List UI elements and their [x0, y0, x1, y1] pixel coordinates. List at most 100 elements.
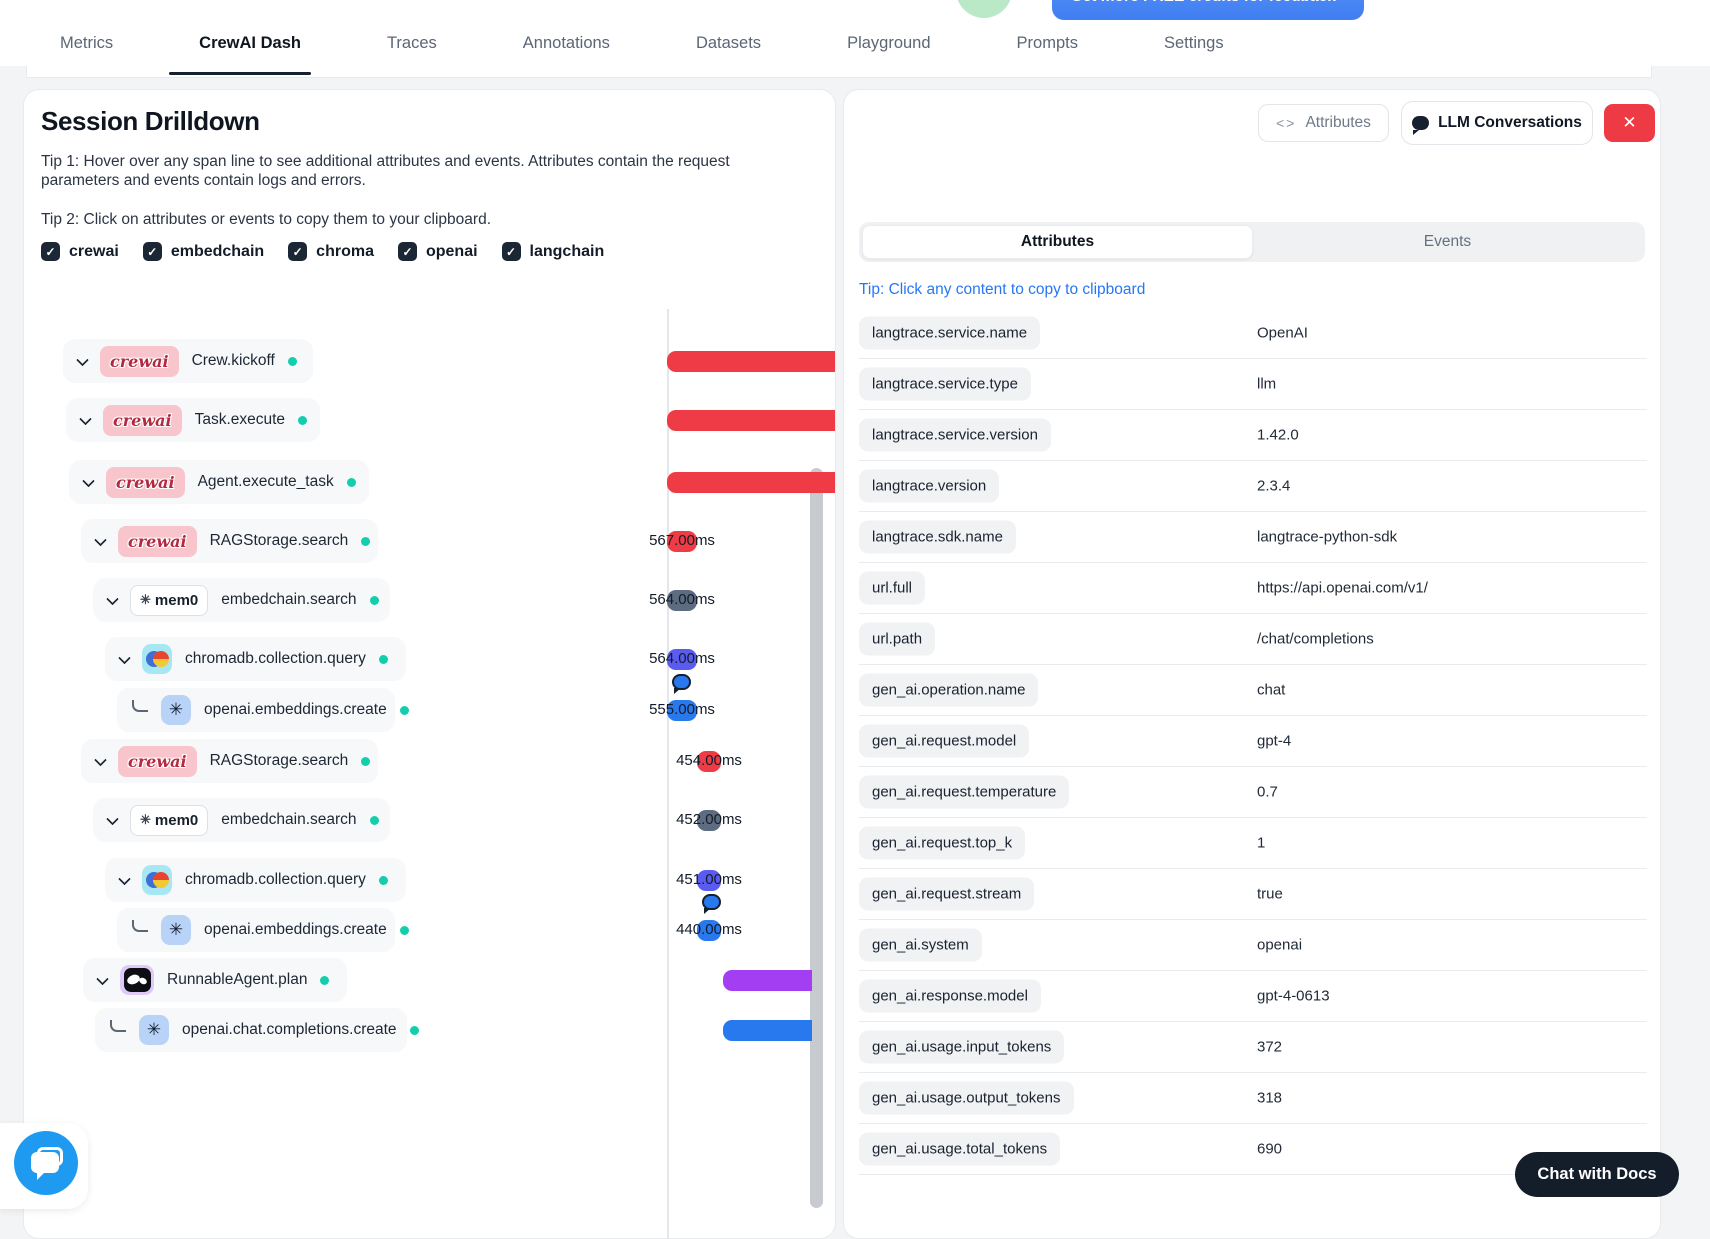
attributes-header-button[interactable]: <> Attributes: [1258, 104, 1389, 142]
llm-span-bubble-icon: [672, 674, 691, 694]
span-row-openai-chat-completions-create[interactable]: ✳ openai.chat.completions.create: [95, 1008, 419, 1052]
attribute-value[interactable]: 2.3.4: [1257, 478, 1290, 495]
attribute-value[interactable]: 318: [1257, 1090, 1282, 1107]
tab-datasets[interactable]: Datasets: [676, 28, 781, 59]
close-panel-button[interactable]: ✕: [1604, 104, 1655, 142]
chevron-down-icon[interactable]: [118, 872, 131, 885]
attribute-key[interactable]: gen_ai.usage.input_tokens: [859, 1030, 1065, 1064]
copy-tip-link[interactable]: Tip: Click any content to copy to clipbo…: [859, 281, 1145, 299]
tab-annotations[interactable]: Annotations: [503, 28, 630, 59]
attribute-row: gen_ai.usage.input_tokens 372: [859, 1022, 1647, 1073]
chevron-down-icon[interactable]: [118, 651, 131, 664]
attribute-key[interactable]: gen_ai.system: [859, 928, 982, 962]
span-name: chromadb.collection.query: [185, 650, 366, 667]
span-row-crew-kickoff[interactable]: crewai Crew.kickoff: [63, 339, 313, 383]
span-bar-crewai[interactable]: [667, 350, 835, 372]
attribute-key[interactable]: langtrace.service.version: [859, 418, 1051, 452]
attribute-value[interactable]: 690: [1257, 1141, 1282, 1158]
tree-scrollbar[interactable]: [810, 468, 823, 1208]
attribute-key[interactable]: langtrace.version: [859, 469, 1000, 503]
llm-conversations-button[interactable]: LLM Conversations: [1401, 101, 1593, 145]
span-name: Agent.execute_task: [197, 473, 334, 490]
attributes-events-tabs: Attributes Events: [859, 222, 1645, 262]
attribute-key[interactable]: gen_ai.request.top_k: [859, 826, 1026, 860]
mem0-logo: ✳ mem0: [130, 584, 209, 616]
attribute-key[interactable]: gen_ai.request.stream: [859, 877, 1035, 911]
span-row-embedchain-search[interactable]: ✳ mem0 embedchain.search: [93, 798, 390, 842]
attribute-key[interactable]: gen_ai.operation.name: [859, 673, 1039, 707]
tab-events[interactable]: Events: [1253, 225, 1642, 259]
attribute-key[interactable]: langtrace.service.name: [859, 316, 1041, 350]
crewai-logo: crewai: [118, 745, 197, 777]
attribute-value[interactable]: 372: [1257, 1039, 1282, 1056]
attribute-key[interactable]: langtrace.service.type: [859, 367, 1031, 401]
attribute-value[interactable]: gpt-4-0613: [1257, 988, 1330, 1005]
attribute-value[interactable]: langtrace-python-sdk: [1257, 529, 1397, 546]
tree-elbow-connector: [132, 920, 148, 932]
free-credits-button[interactable]: Get more FREE credits for feedback ›: [1052, 0, 1364, 20]
span-duration-label: 564.00ms: [649, 591, 715, 608]
span-name: openai.chat.completions.create: [182, 1021, 397, 1038]
chat-widget-button[interactable]: [14, 1131, 78, 1195]
attribute-value[interactable]: openai: [1257, 937, 1302, 954]
chevron-down-icon[interactable]: [94, 533, 107, 546]
chevron-down-icon[interactable]: [106, 592, 119, 605]
crewai-logo: crewai: [103, 404, 182, 436]
status-dot: [320, 975, 330, 985]
attribute-key[interactable]: gen_ai.usage.output_tokens: [859, 1081, 1074, 1115]
attribute-value[interactable]: 1.42.0: [1257, 427, 1299, 444]
attribute-key[interactable]: gen_ai.request.model: [859, 724, 1030, 758]
chevron-down-icon[interactable]: [82, 474, 95, 487]
span-details-panel: <> Attributes LLM Conversations ✕ Attrib…: [843, 89, 1661, 1239]
attribute-row: gen_ai.request.temperature 0.7: [859, 767, 1647, 818]
tab-playground[interactable]: Playground: [827, 28, 950, 59]
attribute-key[interactable]: gen_ai.response.model: [859, 979, 1041, 1013]
tab-prompts[interactable]: Prompts: [997, 28, 1098, 59]
span-bar-crewai[interactable]: [667, 471, 835, 493]
span-row-runnableagent-plan[interactable]: RunnableAgent.plan: [83, 958, 347, 1002]
chat-bubble-front-icon: [31, 1152, 59, 1180]
chat-with-docs-button[interactable]: Chat with Docs: [1515, 1152, 1679, 1197]
tab-settings[interactable]: Settings: [1144, 28, 1244, 59]
attribute-key[interactable]: gen_ai.request.temperature: [859, 775, 1070, 809]
status-dot: [378, 654, 388, 664]
span-bar-crewai[interactable]: [667, 409, 835, 431]
span-row-chromadb-collection-query[interactable]: chromadb.collection.query: [105, 637, 406, 681]
attribute-key[interactable]: langtrace.sdk.name: [859, 520, 1016, 554]
attribute-value[interactable]: OpenAI: [1257, 325, 1308, 342]
tab-attributes[interactable]: Attributes: [862, 225, 1253, 259]
attribute-key[interactable]: url.full: [859, 571, 926, 605]
attribute-key[interactable]: url.path: [859, 622, 936, 656]
span-name: openai.embeddings.create: [204, 701, 387, 718]
attribute-value[interactable]: chat: [1257, 682, 1285, 699]
chroma-logo: [142, 865, 172, 895]
span-row-openai-embeddings-create[interactable]: ✳ openai.embeddings.create: [117, 688, 409, 732]
attribute-value[interactable]: gpt-4: [1257, 733, 1291, 750]
attribute-value[interactable]: 0.7: [1257, 784, 1278, 801]
span-row-openai-embeddings-create[interactable]: ✳ openai.embeddings.create: [117, 908, 409, 952]
span-row-chromadb-collection-query[interactable]: chromadb.collection.query: [105, 858, 406, 902]
span-bar-langchain[interactable]: [723, 969, 812, 991]
chevron-down-icon[interactable]: [106, 812, 119, 825]
chevron-down-icon[interactable]: [76, 353, 89, 366]
span-row-ragstorage-search[interactable]: crewai RAGStorage.search: [81, 739, 378, 783]
chevron-down-icon[interactable]: [94, 753, 107, 766]
tab-crewai-dash[interactable]: CrewAI Dash: [179, 28, 321, 59]
span-bar-openai[interactable]: [723, 1019, 812, 1041]
attribute-value[interactable]: true: [1257, 886, 1283, 903]
span-row-embedchain-search[interactable]: ✳ mem0 embedchain.search: [93, 578, 390, 622]
span-row-agent-execute-task[interactable]: crewai Agent.execute_task: [69, 460, 369, 504]
attribute-row: gen_ai.response.model gpt-4-0613: [859, 971, 1647, 1022]
tab-metrics[interactable]: Metrics: [40, 28, 133, 59]
attribute-value[interactable]: /chat/completions: [1257, 631, 1374, 648]
attribute-value[interactable]: 1: [1257, 835, 1265, 852]
attribute-value[interactable]: llm: [1257, 376, 1276, 393]
span-row-ragstorage-search[interactable]: crewai RAGStorage.search: [81, 519, 378, 563]
attribute-key[interactable]: gen_ai.usage.total_tokens: [859, 1132, 1061, 1166]
status-dot: [399, 925, 409, 935]
chevron-down-icon[interactable]: [96, 972, 109, 985]
tab-traces[interactable]: Traces: [367, 28, 457, 59]
attribute-value[interactable]: https://api.openai.com/v1/: [1257, 580, 1428, 597]
chevron-down-icon[interactable]: [79, 412, 92, 425]
span-row-task-execute[interactable]: crewai Task.execute: [66, 398, 320, 442]
